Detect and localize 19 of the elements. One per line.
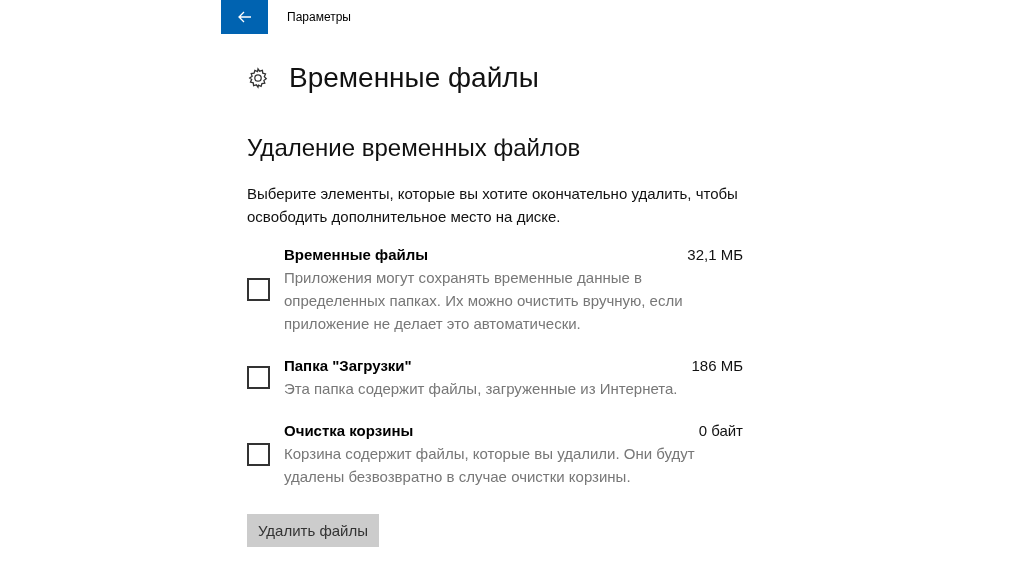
checkbox[interactable] — [247, 366, 270, 389]
checkbox[interactable] — [247, 442, 270, 466]
back-button[interactable] — [221, 0, 268, 34]
section-description: Выберите элементы, которые вы хотите окончательно удалить, чтобы освободить дополнительное место на диске. — [247, 184, 739, 227]
page-title: Временные файлы — [289, 62, 539, 94]
back-arrow-icon — [237, 11, 252, 23]
item-size: 32,1 МБ — [687, 245, 743, 265]
window-title: Параметры — [287, 10, 351, 24]
item-description: Корзина содержит файлы, которые вы удалили. Они будут удалены безвозвратно в случае очистки корзины. — [284, 444, 696, 487]
item-description: Эта папка содержит файлы, загруженные из Интернета. — [284, 379, 679, 399]
checkbox[interactable] — [247, 278, 270, 301]
item-name: Временные файлы — [284, 245, 429, 265]
settings-icon — [247, 67, 269, 89]
item-size: 0 байт — [698, 421, 743, 441]
section-heading: Удаление временных файлов — [247, 134, 582, 162]
item-name: Очистка корзины — [284, 421, 414, 441]
item-description: Приложения могут сохранять временные данные в определенных папках. Их можно очистить вручную, если приложение не делает это автоматически. — [284, 268, 684, 334]
item-size: 186 МБ — [691, 356, 743, 376]
item-name: Папка "Загрузки" — [284, 356, 412, 376]
